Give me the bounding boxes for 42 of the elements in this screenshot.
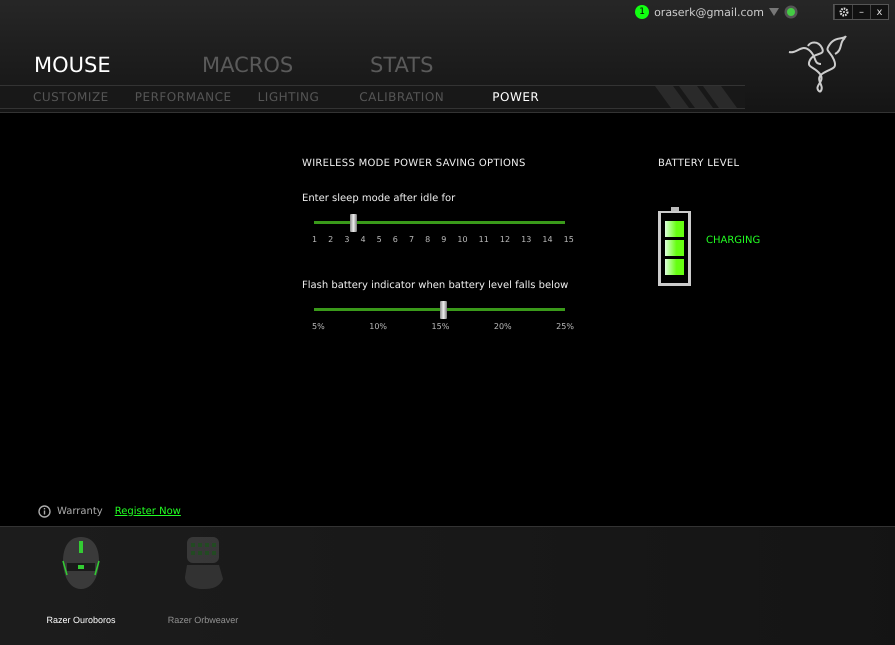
- warranty-label: Warranty: [57, 506, 103, 516]
- slider-label: Flash battery indicator when battery level falls below: [302, 280, 570, 291]
- tick-label: 7: [408, 235, 414, 244]
- tick-label: 10%: [369, 322, 388, 331]
- tick-label: 5%: [312, 322, 325, 331]
- tick-label: 12: [500, 235, 510, 244]
- tick-label: 20%: [494, 322, 512, 331]
- register-link[interactable]: Register Now: [114, 506, 181, 516]
- tick-label: 10: [457, 235, 468, 244]
- tick-label: 11: [478, 235, 489, 244]
- tick-label: 15%: [432, 322, 450, 331]
- dropdown-icon[interactable]: [769, 8, 779, 16]
- info-icon: [38, 504, 51, 518]
- settings-icon: [838, 7, 848, 17]
- settings-button[interactable]: [834, 5, 852, 19]
- slider-label: Enter sleep mode after idle for: [302, 193, 456, 204]
- main-tab[interactable]: MOUSE: [34, 53, 202, 77]
- device-item[interactable]: Razer Orbweaver: [162, 527, 244, 645]
- tick-label: 8: [425, 235, 430, 244]
- tick-label: 13: [521, 235, 532, 244]
- minimize-button[interactable]: –: [852, 5, 870, 19]
- close-button[interactable]: x: [870, 5, 888, 19]
- section-title: BATTERY LEVEL: [658, 158, 740, 169]
- notification-badge[interactable]: 1: [635, 5, 650, 19]
- slider-thumb[interactable]: [440, 301, 446, 319]
- tick-label: 5: [376, 235, 382, 244]
- slider-thumb[interactable]: [350, 214, 357, 232]
- tick-label: 1: [312, 235, 318, 244]
- sub-tab[interactable]: POWER: [492, 90, 540, 104]
- tick-label: 25%: [556, 322, 574, 331]
- tick-label: 15: [564, 235, 574, 244]
- status-icon[interactable]: [784, 5, 798, 19]
- device-item[interactable]: Razer Ouroboros: [40, 527, 122, 645]
- tick-label: 9: [441, 235, 446, 244]
- tick-label: 2: [328, 235, 334, 244]
- account-email[interactable]: oraserk@gmail.com: [654, 6, 764, 18]
- section-title: WIRELESS MODE POWER SAVING OPTIONS: [302, 158, 527, 169]
- tick-label: 14: [542, 235, 553, 244]
- tick-label: 6: [392, 235, 398, 244]
- tick-label: 3: [344, 235, 350, 244]
- battery-status: CHARGING: [706, 235, 760, 246]
- tick-label: 4: [360, 235, 366, 244]
